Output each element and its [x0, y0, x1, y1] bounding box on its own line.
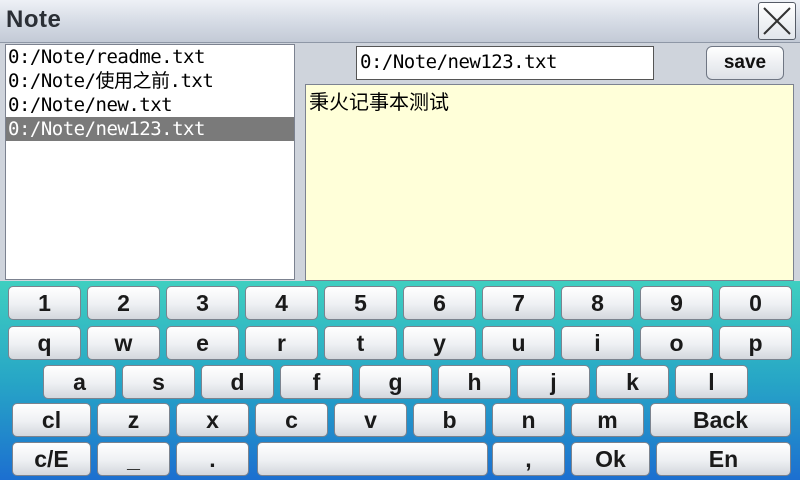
close-icon	[763, 7, 791, 35]
main-panel: 0:/Note/readme.txt 0:/Note/使用之前.txt 0:/N…	[0, 43, 800, 281]
key-l[interactable]: l	[675, 365, 748, 399]
key-5[interactable]: 5	[324, 286, 397, 320]
key-w[interactable]: w	[87, 326, 160, 360]
key-r[interactable]: r	[245, 326, 318, 360]
close-button[interactable]	[758, 2, 796, 40]
key-d[interactable]: d	[201, 365, 274, 399]
key-m[interactable]: m	[571, 403, 644, 437]
language-key[interactable]: En	[656, 442, 791, 476]
on-screen-keyboard: 1 2 3 4 5 6 7 8 9 0 q w e r t y u i o p …	[0, 281, 800, 480]
key-3[interactable]: 3	[166, 286, 239, 320]
key-u[interactable]: u	[482, 326, 555, 360]
key-p[interactable]: p	[719, 326, 792, 360]
key-e[interactable]: e	[166, 326, 239, 360]
key-underscore[interactable]: _	[97, 442, 170, 476]
key-0[interactable]: 0	[719, 286, 792, 320]
key-k[interactable]: k	[596, 365, 669, 399]
ok-key[interactable]: Ok	[571, 442, 650, 476]
key-f[interactable]: f	[280, 365, 353, 399]
file-item-before-use[interactable]: 0:/Note/使用之前.txt	[6, 69, 294, 93]
key-2[interactable]: 2	[87, 286, 160, 320]
key-z[interactable]: z	[97, 403, 170, 437]
file-item-new[interactable]: 0:/Note/new.txt	[6, 93, 294, 117]
key-1[interactable]: 1	[8, 286, 81, 320]
key-a[interactable]: a	[43, 365, 116, 399]
window-title: Note	[6, 6, 62, 33]
key-comma[interactable]: ,	[492, 442, 565, 476]
key-v[interactable]: v	[334, 403, 407, 437]
key-s[interactable]: s	[122, 365, 195, 399]
key-h[interactable]: h	[438, 365, 511, 399]
key-y[interactable]: y	[403, 326, 476, 360]
save-button[interactable]: save	[706, 46, 784, 80]
note-editor[interactable]: 秉火记事本测试	[305, 84, 794, 281]
backspace-key[interactable]: Back	[650, 403, 791, 437]
key-7[interactable]: 7	[482, 286, 555, 320]
key-period[interactable]: .	[176, 442, 249, 476]
key-8[interactable]: 8	[561, 286, 634, 320]
key-clear[interactable]: cl	[12, 403, 91, 437]
key-x[interactable]: x	[176, 403, 249, 437]
key-case-toggle[interactable]: c/E	[12, 442, 91, 476]
key-t[interactable]: t	[324, 326, 397, 360]
file-item-new123[interactable]: 0:/Note/new123.txt	[6, 117, 294, 141]
file-list[interactable]: 0:/Note/readme.txt 0:/Note/使用之前.txt 0:/N…	[5, 44, 295, 280]
key-n[interactable]: n	[492, 403, 565, 437]
key-g[interactable]: g	[359, 365, 432, 399]
title-bar: Note	[0, 0, 800, 43]
key-j[interactable]: j	[517, 365, 590, 399]
key-b[interactable]: b	[413, 403, 486, 437]
key-q[interactable]: q	[8, 326, 81, 360]
key-6[interactable]: 6	[403, 286, 476, 320]
key-i[interactable]: i	[561, 326, 634, 360]
file-item-readme[interactable]: 0:/Note/readme.txt	[6, 45, 294, 69]
space-key[interactable]	[257, 442, 488, 476]
key-c[interactable]: c	[255, 403, 328, 437]
key-9[interactable]: 9	[640, 286, 713, 320]
file-path-field[interactable]: 0:/Note/new123.txt	[356, 46, 654, 80]
key-4[interactable]: 4	[245, 286, 318, 320]
key-o[interactable]: o	[640, 326, 713, 360]
